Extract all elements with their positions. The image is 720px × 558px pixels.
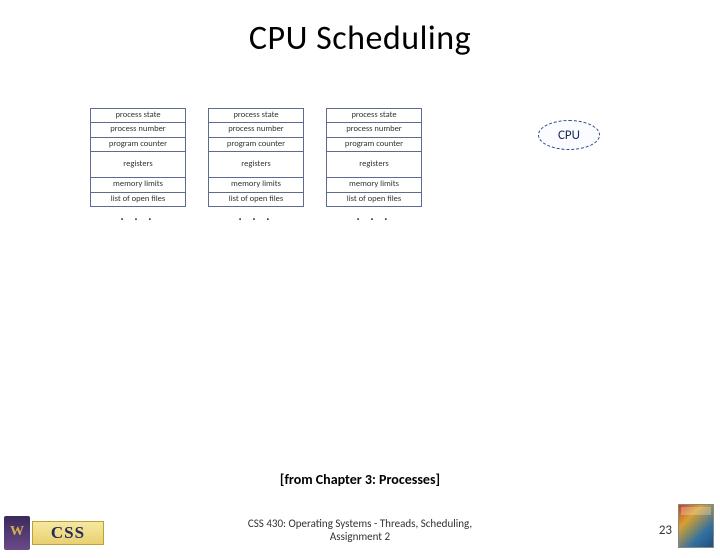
pcb-row: registers — [91, 152, 185, 178]
pcb-row: process state — [209, 109, 303, 123]
ellipsis-icon: . . . — [208, 210, 304, 224]
pcb-row: process number — [91, 123, 185, 137]
pcb-row: registers — [327, 152, 421, 178]
footer-line: CSS 430: Operating Systems - Threads, Sc… — [248, 517, 472, 530]
page-number: 23 — [659, 523, 672, 538]
pcb-row: process state — [91, 109, 185, 123]
textbook-cover-icon — [678, 504, 714, 548]
pcb-block: process state process number program cou… — [326, 108, 422, 224]
pcb-row: program counter — [91, 138, 185, 152]
ellipsis-icon: . . . — [326, 210, 422, 224]
pcb-row: process number — [327, 123, 421, 137]
pcb-block: process state process number program cou… — [90, 108, 186, 224]
page-title: CPU Scheduling — [0, 18, 720, 59]
pcb-diagram: process state process number program cou… — [90, 108, 422, 224]
pcb-row: program counter — [209, 138, 303, 152]
cpu-node: CPU — [538, 120, 600, 150]
cpu-label: CPU — [538, 120, 600, 150]
pcb-row: registers — [209, 152, 303, 178]
pcb-row: process number — [209, 123, 303, 137]
pcb-row: list of open files — [327, 193, 421, 206]
pcb-row: process state — [327, 109, 421, 123]
slide-caption: [from Chapter 3: Processes] — [0, 471, 720, 488]
css-logo-icon: CSS — [32, 521, 104, 545]
ellipsis-icon: . . . — [90, 210, 186, 224]
pcb-row: memory limits — [91, 178, 185, 192]
pcb-row: program counter — [327, 138, 421, 152]
logo-left-group: CSS — [4, 516, 104, 550]
pcb-row: list of open files — [91, 193, 185, 206]
pcb-block: process state process number program cou… — [208, 108, 304, 224]
pcb-row: memory limits — [209, 178, 303, 192]
pcb-row: memory limits — [327, 178, 421, 192]
pcb-row: list of open files — [209, 193, 303, 206]
uwb-logo-icon — [4, 516, 30, 550]
footer-line: Assignment 2 — [330, 530, 390, 543]
